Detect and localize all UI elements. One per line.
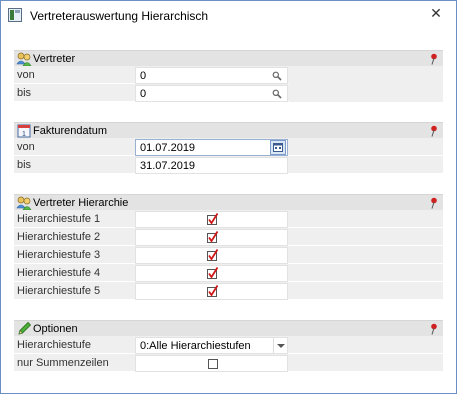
field-label: Hierarchiestufe — [17, 339, 91, 351]
field-label: Hierarchiestufe 1 — [17, 213, 101, 225]
lookup-icon[interactable] — [272, 71, 282, 81]
hierarchiestufe-5-checkbox[interactable] — [135, 283, 288, 300]
pin-icon[interactable] — [429, 53, 439, 65]
row-hierarchiestufe-1: Hierarchiestufe 1 — [14, 210, 443, 228]
hierarchiestufe-2-checkbox[interactable] — [135, 229, 288, 246]
chevron-down-icon[interactable] — [273, 338, 287, 353]
unchecked-checkbox-icon[interactable] — [208, 359, 218, 369]
field-value: 0 — [140, 88, 147, 100]
field-label: bis — [17, 87, 32, 99]
date-picker-button[interactable] — [270, 140, 286, 155]
row-fakturendatum-bis: bis 31.07.2019 — [14, 156, 443, 174]
row-hierarchiestufe-select: Hierarchiestufe 0:Alle Hierarchiestufen — [14, 336, 443, 354]
hierarchiestufe-4-checkbox[interactable] — [135, 265, 288, 282]
svg-text:1: 1 — [22, 131, 26, 138]
field-label: bis — [17, 159, 32, 171]
section-header-optionen[interactable]: Optionen — [14, 320, 443, 336]
field-value: 31.07.2019 — [140, 160, 196, 172]
lookup-icon[interactable] — [272, 89, 282, 99]
row-filler — [289, 67, 443, 84]
row-vertreter-von: von 0 — [14, 66, 443, 84]
section-title: Optionen — [33, 323, 78, 335]
field-label: von — [17, 69, 35, 81]
pencil-icon — [18, 321, 32, 335]
checked-checkbox-icon[interactable] — [207, 267, 219, 280]
hierarchiestufe-3-checkbox[interactable] — [135, 247, 288, 264]
row-hierarchiestufe-5: Hierarchiestufe 5 — [14, 282, 443, 300]
checked-checkbox-icon[interactable] — [207, 231, 219, 244]
checked-checkbox-icon[interactable] — [207, 285, 219, 298]
field-label: von — [17, 141, 35, 153]
field-label: Hierarchiestufe 4 — [17, 267, 101, 279]
section-hierarchie: Vertreter Hierarchie Hierarchiestufe 1 H… — [14, 194, 443, 300]
nur-summenzeilen-checkbox[interactable] — [135, 355, 288, 372]
pin-icon[interactable] — [429, 125, 439, 137]
section-header-hierarchie[interactable]: Vertreter Hierarchie — [14, 194, 443, 211]
checked-checkbox-icon[interactable] — [207, 249, 219, 262]
field-value: 0 — [140, 70, 147, 82]
field-label: Hierarchiestufe 2 — [17, 231, 101, 243]
vertreter-von-input[interactable]: 0 — [135, 67, 288, 84]
row-vertreter-bis: bis 0 — [14, 84, 443, 102]
users-icon — [16, 52, 32, 67]
field-label: Hierarchiestufe 5 — [17, 285, 101, 297]
section-vertreter: Vertreter von 0 bis 0 — [14, 50, 443, 102]
title-bar[interactable]: Vertreterauswertung Hierarchisch ✕ — [1, 1, 456, 31]
hierarchiestufe-1-checkbox[interactable] — [135, 211, 288, 228]
field-value: 01.07.2019 — [140, 142, 196, 154]
field-label: nur Summenzeilen — [17, 357, 109, 369]
pin-icon[interactable] — [429, 197, 439, 209]
row-hierarchiestufe-3: Hierarchiestufe 3 — [14, 246, 443, 264]
window-title: Vertreterauswertung Hierarchisch — [30, 9, 209, 23]
section-title: Fakturendatum — [33, 125, 107, 137]
section-optionen: Optionen Hierarchiestufe 0:Alle Hierarch… — [14, 320, 443, 372]
section-title: Vertreter Hierarchie — [33, 197, 129, 209]
app-icon — [8, 8, 22, 22]
close-button[interactable]: ✕ — [426, 4, 446, 22]
row-fakturendatum-von: von 01.07.2019 — [14, 138, 443, 156]
users-icon — [16, 196, 32, 211]
pin-icon[interactable] — [429, 323, 439, 335]
checked-checkbox-icon[interactable] — [207, 213, 219, 226]
dialog-window: Vertreterauswertung Hierarchisch ✕ Vertr… — [0, 0, 457, 394]
field-label: Hierarchiestufe 3 — [17, 249, 101, 261]
calendar-small-icon — [273, 143, 283, 152]
field-value: 0:Alle Hierarchiestufen — [140, 340, 251, 352]
section-fakturendatum: 1 Fakturendatum von 01.07.2019 bis 31.07… — [14, 122, 443, 174]
fakturendatum-bis-input[interactable]: 31.07.2019 — [135, 157, 288, 174]
section-header-vertreter[interactable]: Vertreter — [14, 50, 443, 67]
section-header-fakturendatum[interactable]: 1 Fakturendatum — [14, 122, 443, 138]
row-nur-summenzeilen: nur Summenzeilen — [14, 354, 443, 372]
vertreter-bis-input[interactable]: 0 — [135, 85, 288, 102]
row-filler — [289, 85, 443, 102]
hierarchiestufe-dropdown[interactable]: 0:Alle Hierarchiestufen — [135, 337, 288, 354]
section-title: Vertreter — [33, 53, 76, 65]
row-hierarchiestufe-4: Hierarchiestufe 4 — [14, 264, 443, 282]
fakturendatum-von-input[interactable]: 01.07.2019 — [135, 139, 288, 156]
calendar-icon: 1 — [17, 124, 31, 138]
row-hierarchiestufe-2: Hierarchiestufe 2 — [14, 228, 443, 246]
